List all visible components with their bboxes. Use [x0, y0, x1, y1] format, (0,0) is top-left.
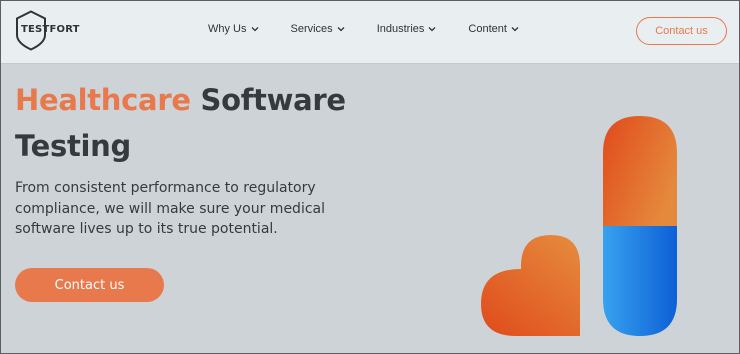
- nav-item-why-us[interactable]: Why Us: [208, 23, 259, 35]
- nav-item-industries[interactable]: Industries: [377, 23, 437, 35]
- main-nav: Why Us Services Industries Content: [208, 23, 519, 35]
- heart-icon: [481, 235, 580, 336]
- chevron-down-icon: [428, 27, 436, 32]
- chevron-down-icon: [251, 27, 258, 32]
- nav-item-label: Services: [290, 23, 333, 35]
- chevron-down-icon: [337, 27, 345, 32]
- nav-item-label: Why Us: [208, 23, 247, 35]
- hero-title: Healthcare Software Testing: [15, 77, 395, 169]
- hero-title-accent: Healthcare: [15, 83, 191, 117]
- nav-item-services[interactable]: Services: [291, 23, 345, 35]
- nav-item-label: Content: [468, 23, 507, 35]
- chevron-down-icon: [511, 27, 519, 32]
- hero-description: From consistent performance to regulator…: [15, 180, 326, 237]
- hero-contact-button[interactable]: Contact us: [15, 268, 164, 302]
- header-contact-button[interactable]: Contact us: [636, 17, 727, 45]
- page-frame: TESTFORT Why Us Services Industries Cont…: [0, 0, 740, 354]
- top-navbar: TESTFORT Why Us Services Industries Cont…: [1, 1, 739, 64]
- logo-text: TESTFORT: [21, 24, 80, 35]
- hero-illustration: [481, 116, 677, 336]
- nav-item-label: Industries: [376, 23, 425, 35]
- capsule-icon: [603, 116, 677, 336]
- nav-item-content[interactable]: Content: [468, 23, 519, 35]
